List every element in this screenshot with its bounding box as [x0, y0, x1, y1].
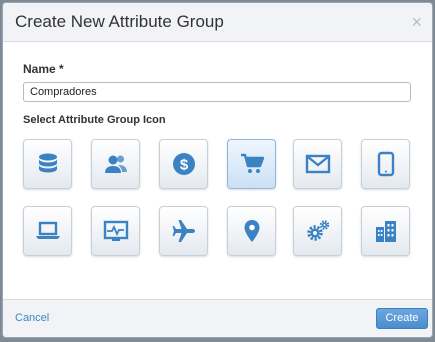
dialog-footer: Cancel Create	[3, 299, 432, 337]
icon-option-airplane[interactable]	[159, 206, 208, 256]
name-label: Name *	[23, 62, 64, 76]
close-icon[interactable]: ×	[411, 13, 422, 31]
cancel-button[interactable]: Cancel	[15, 312, 49, 324]
database-icon	[35, 151, 61, 177]
icon-option-gears[interactable]	[293, 206, 342, 256]
airplane-icon	[171, 218, 197, 244]
icon-option-tablet[interactable]	[361, 139, 410, 189]
icon-option-monitor-pulse[interactable]	[91, 206, 140, 256]
create-button[interactable]: Create	[376, 308, 428, 329]
icon-option-shopping-cart[interactable]	[227, 139, 276, 189]
icon-option-users[interactable]	[91, 139, 140, 189]
icon-option-dollar[interactable]: $	[159, 139, 208, 189]
name-input[interactable]	[23, 82, 411, 102]
icon-option-buildings[interactable]	[361, 206, 410, 256]
monitor-pulse-icon	[103, 218, 129, 244]
svg-text:$: $	[179, 157, 188, 174]
dialog-title: Create New Attribute Group	[15, 12, 224, 31]
icon-option-database[interactable]	[23, 139, 72, 189]
icon-option-envelope[interactable]	[293, 139, 342, 189]
dollar-icon: $	[171, 151, 197, 177]
icon-option-laptop[interactable]	[23, 206, 72, 256]
tablet-icon	[373, 151, 399, 177]
shopping-cart-icon	[239, 151, 265, 177]
icon-select-label: Select Attribute Group Icon	[23, 114, 166, 126]
dialog-header: Create New Attribute Group ×	[3, 3, 432, 42]
envelope-icon	[305, 151, 331, 177]
icon-option-map-pin[interactable]	[227, 206, 276, 256]
users-icon	[103, 151, 129, 177]
dialog-body: Name * Select Attribute Group Icon $	[3, 42, 432, 300]
buildings-icon	[373, 218, 399, 244]
laptop-icon	[35, 218, 61, 244]
create-attribute-group-dialog: Create New Attribute Group × Name * Sele…	[2, 2, 433, 338]
gears-icon	[305, 218, 331, 244]
map-pin-icon	[239, 218, 265, 244]
